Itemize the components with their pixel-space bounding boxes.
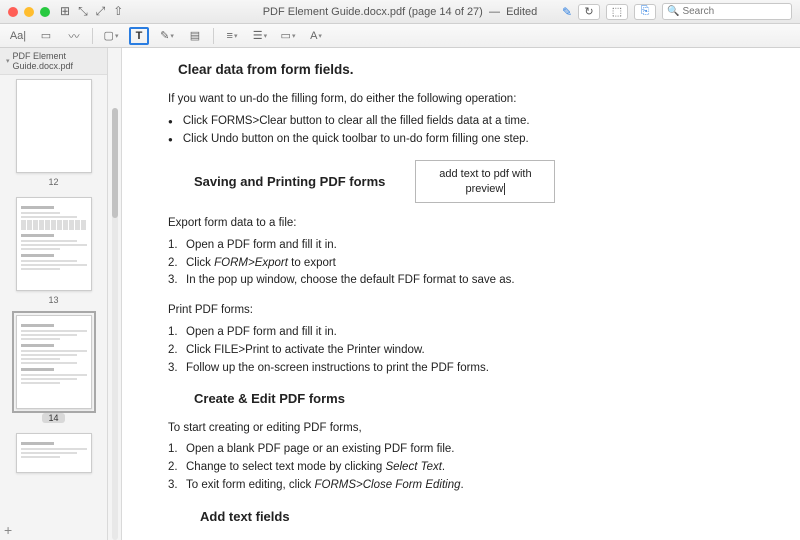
window-controls: [8, 7, 50, 17]
thumbnail[interactable]: [0, 433, 107, 473]
thumbnail-selected[interactable]: 14: [0, 315, 107, 423]
heading-add-text-fields: Add text fields: [200, 507, 772, 527]
text-select-tool[interactable]: Aa|: [8, 27, 28, 45]
doc-title: PDF Element Guide.docx.pdf (page 14 of 2…: [263, 6, 483, 18]
list-item: 2.Click FORM>Export to export: [168, 255, 772, 273]
thumbnail[interactable]: 12: [0, 79, 107, 187]
textbox-line: add text to pdf with: [439, 168, 531, 180]
titlebar-right-tools: ✎ ↻ ⬚ ⎘ 🔍: [562, 3, 792, 20]
search-icon: 🔍: [667, 6, 679, 17]
list-item: 3.To exit form editing, click FORMS>Clos…: [168, 477, 772, 495]
shapes-tool[interactable]: ▢: [101, 27, 121, 45]
share-button[interactable]: ⇧: [113, 4, 123, 19]
search-input[interactable]: [682, 6, 787, 17]
add-page-button[interactable]: +: [4, 522, 12, 538]
ordered-list: 1.Open a PDF form and fill it in. 2.Clic…: [168, 237, 772, 290]
zoom-out-button[interactable]: ⤡: [78, 4, 88, 19]
list-tool[interactable]: ☰: [250, 27, 270, 45]
maximize-button[interactable]: [40, 7, 50, 17]
line-style-tool[interactable]: ▭: [278, 27, 298, 45]
list-item: Click Undo button on the quick toolbar t…: [168, 131, 772, 149]
list-item: 3.In the pop up window, choose the defau…: [168, 272, 772, 290]
ordered-list: 1.Open a PDF form and fill it in. 2.Clic…: [168, 324, 772, 377]
thumbnail-list: 12 13 14: [0, 75, 107, 540]
separator: [92, 28, 93, 44]
edited-label: Edited: [506, 6, 537, 18]
search-field[interactable]: 🔍: [662, 3, 792, 20]
heading-create-edit: Create & Edit PDF forms: [194, 389, 772, 409]
sidebar-filename[interactable]: PDF Element Guide.docx.pdf: [0, 48, 107, 75]
paragraph: Print PDF forms:: [168, 302, 772, 320]
close-button[interactable]: [8, 7, 18, 17]
titlebar-left-tools: ⊞ ⤡ ⤢ ⇧: [60, 4, 123, 19]
paragraph: Export form data to a file:: [168, 215, 772, 233]
text-cursor: [504, 183, 505, 195]
list-item: 2.Change to select text mode by clicking…: [168, 459, 772, 477]
text-tool[interactable]: T: [129, 27, 149, 45]
thumbnail-number: 13: [48, 295, 58, 305]
list-item: 1.Open a PDF form and fill it in.: [168, 237, 772, 255]
minimize-button[interactable]: [24, 7, 34, 17]
rotate-button[interactable]: ↻: [578, 4, 600, 20]
app-body: PDF Element Guide.docx.pdf 12 13: [0, 48, 800, 540]
crop-button[interactable]: ⬚: [606, 4, 628, 20]
list-item: 3.Follow up the on-screen instructions t…: [168, 360, 772, 378]
rect-select-tool[interactable]: ▭: [36, 27, 56, 45]
separator: [213, 28, 214, 44]
paragraph: To start creating or editing PDF forms,: [168, 420, 772, 438]
bullet-list: Click FORMS>Clear button to clear all th…: [168, 113, 772, 149]
note-tool[interactable]: ▤: [185, 27, 205, 45]
paragraph: If you want to un-do the filling form, d…: [168, 91, 772, 109]
markup-toggle-button[interactable]: ✎: [562, 5, 572, 19]
sign-tool[interactable]: ✎: [157, 27, 177, 45]
export-button[interactable]: ⎘: [634, 4, 656, 20]
thumbnail-number: 14: [42, 413, 64, 423]
sketch-tool[interactable]: 〰: [64, 27, 84, 45]
thumbnail-number: 12: [48, 177, 58, 187]
align-tool[interactable]: ≡: [222, 27, 242, 45]
list-item: Click FORMS>Clear button to clear all th…: [168, 113, 772, 131]
zoom-in-button[interactable]: ⤢: [96, 4, 106, 19]
ordered-list: 1.Open a blank PDF page or an existing P…: [168, 441, 772, 494]
heading-clear-data: Clear data from form fields.: [178, 60, 772, 81]
thumbnail-page: [16, 315, 92, 409]
thumbnail-sidebar: PDF Element Guide.docx.pdf 12 13: [0, 48, 108, 540]
thumbnail[interactable]: 13: [0, 197, 107, 305]
inserted-text-box[interactable]: add text to pdf with preview: [415, 160, 555, 203]
thumbnail-page: [16, 79, 92, 173]
thumbnail-page: [16, 433, 92, 473]
text-style-tool[interactable]: A: [306, 27, 326, 45]
heading-saving-printing: Saving and Printing PDF forms: [194, 172, 385, 192]
list-item: 1.Open a PDF form and fill it in.: [168, 324, 772, 342]
page-content: Clear data from form fields. If you want…: [122, 48, 800, 540]
markup-toolbar: Aa| ▭ 〰 ▢ T ✎ ▤ ≡ ☰ ▭ A: [0, 24, 800, 48]
view-mode-button[interactable]: ⊞: [60, 4, 70, 19]
titlebar: ⊞ ⤡ ⤢ ⇧ PDF Element Guide.docx.pdf (page…: [0, 0, 800, 24]
document-view[interactable]: Clear data from form fields. If you want…: [122, 48, 800, 540]
sidebar-scrollbar[interactable]: [108, 48, 122, 540]
list-item: 2.Click FILE>Print to activate the Print…: [168, 342, 772, 360]
textbox-line: preview: [465, 183, 503, 195]
list-item: 1.Open a blank PDF page or an existing P…: [168, 441, 772, 459]
thumbnail-page: [16, 197, 92, 291]
